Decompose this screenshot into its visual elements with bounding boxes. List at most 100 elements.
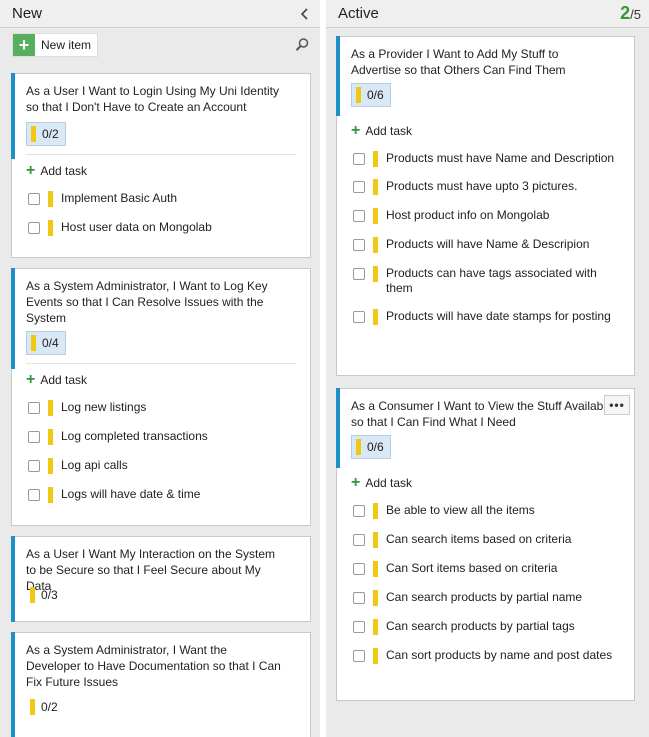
task-checkbox[interactable]: [353, 268, 365, 280]
task-label[interactable]: Products will have Name & Descripion: [386, 237, 589, 252]
column-title-active: Active: [338, 5, 379, 22]
column-toolbar-new: + New item: [0, 28, 320, 62]
new-item-label: New item: [41, 38, 92, 52]
task-checkbox[interactable]: [353, 621, 365, 633]
task-checkbox[interactable]: [353, 311, 365, 323]
new-item-button[interactable]: + New item: [12, 33, 99, 57]
wip-counter: 2/5: [620, 3, 641, 24]
task-label[interactable]: Can search products by partial name: [386, 590, 582, 605]
card-title[interactable]: As a User I Want to Login Using My Uni I…: [12, 74, 310, 122]
task-checkbox[interactable]: [353, 239, 365, 251]
add-task-button[interactable]: + Add task: [12, 161, 310, 181]
task-checkbox[interactable]: [353, 181, 365, 193]
task-checkbox[interactable]: [353, 153, 365, 165]
task-checkbox[interactable]: [28, 489, 40, 501]
task-tally: 0/2: [26, 695, 64, 719]
task-item: Log api calls: [12, 458, 310, 474]
task-label[interactable]: Products will have date stamps for posti…: [386, 309, 611, 324]
task-label[interactable]: Host product info on Mongolab: [386, 208, 549, 223]
task-checkbox[interactable]: [353, 650, 365, 662]
task-tally-value: 0/6: [367, 88, 384, 102]
task-label[interactable]: Log api calls: [61, 458, 128, 473]
collapse-left-icon[interactable]: [298, 7, 312, 21]
card-title[interactable]: As a System Administrator, I Want the De…: [12, 633, 310, 695]
add-task-label: Add task: [365, 476, 413, 490]
task-checkbox[interactable]: [28, 431, 40, 443]
add-task-button[interactable]: + Add task: [337, 121, 634, 141]
card-title[interactable]: As a System Administrator, I Want to Log…: [12, 269, 310, 331]
task-label[interactable]: Implement Basic Auth: [61, 191, 177, 206]
work-item-card[interactable]: As a User I Want My Interaction on the S…: [11, 536, 311, 622]
wip-count: 2: [620, 3, 631, 23]
plus-icon: +: [13, 34, 35, 56]
work-item-card[interactable]: As a System Administrator, I Want the De…: [11, 632, 311, 737]
task-item: Host user data on Mongolab: [12, 220, 310, 236]
task-item: Be able to view all the items: [337, 503, 634, 519]
work-item-card[interactable]: As a User I Want to Login Using My Uni I…: [11, 73, 311, 258]
task-label[interactable]: Can Sort items based on criteria: [386, 561, 557, 576]
column-new: New + New item As a User I Want to Login…: [0, 0, 320, 737]
task-tally-value: 0/2: [41, 700, 58, 714]
add-icon: +: [351, 122, 361, 139]
work-item-card[interactable]: As a System Administrator, I Want to Log…: [11, 268, 311, 526]
task-label[interactable]: Be able to view all the items: [386, 503, 535, 518]
task-checkbox[interactable]: [28, 460, 40, 472]
add-task-button[interactable]: + Add task: [337, 473, 634, 493]
task-label[interactable]: Host user data on Mongolab: [61, 220, 212, 235]
card-title[interactable]: As a Provider I Want to Add My Stuff to …: [337, 37, 634, 83]
add-icon: +: [351, 474, 361, 491]
task-checkbox[interactable]: [353, 534, 365, 546]
column-title-new: New: [12, 5, 43, 22]
task-checkbox[interactable]: [28, 402, 40, 414]
task-item: Can Sort items based on criteria: [337, 561, 634, 577]
task-item: Log completed transactions: [12, 429, 310, 445]
search-icon[interactable]: [294, 37, 310, 53]
work-item-card[interactable]: As a Provider I Want to Add My Stuff to …: [336, 36, 635, 376]
task-tally-value: 0/3: [41, 588, 58, 602]
work-item-card[interactable]: ••• As a Consumer I Want to View the Stu…: [336, 388, 635, 701]
add-icon: +: [26, 371, 36, 388]
task-label[interactable]: Can search items based on criteria: [386, 532, 571, 547]
task-checkbox[interactable]: [353, 563, 365, 575]
task-item: Products will have date stamps for posti…: [337, 309, 634, 325]
task-checkbox[interactable]: [353, 505, 365, 517]
task-label[interactable]: Can search products by partial tags: [386, 619, 575, 634]
task-item: Host product info on Mongolab: [337, 208, 634, 224]
add-task-label: Add task: [40, 164, 88, 178]
task-label[interactable]: Can sort products by name and post dates: [386, 648, 612, 663]
task-item: Products can have tags associated with t…: [337, 266, 634, 296]
card-title[interactable]: As a User I Want My Interaction on the S…: [12, 537, 310, 593]
task-checkbox[interactable]: [353, 210, 365, 222]
task-label[interactable]: Log completed transactions: [61, 429, 208, 444]
more-options-button[interactable]: •••: [604, 395, 630, 415]
task-item: Can search products by partial name: [337, 590, 634, 606]
task-label[interactable]: Products must have upto 3 pictures.: [386, 179, 577, 194]
task-checkbox[interactable]: [28, 193, 40, 205]
task-checkbox[interactable]: [28, 222, 40, 234]
column-header-active: Active 2/5: [326, 0, 649, 28]
add-task-button[interactable]: + Add task: [12, 370, 310, 390]
add-task-label: Add task: [40, 373, 88, 387]
task-tally: 0/3: [26, 583, 64, 607]
task-checkbox[interactable]: [353, 592, 365, 604]
column-active: Active 2/5 As a Provider I Want to Add M…: [326, 0, 649, 737]
task-label[interactable]: Logs will have date & time: [61, 487, 200, 502]
task-label[interactable]: Products can have tags associated with t…: [386, 266, 624, 296]
task-tally-value: 0/2: [42, 127, 59, 141]
task-item: Log new listings: [12, 400, 310, 416]
task-item: Implement Basic Auth: [12, 191, 310, 207]
task-item: Logs will have date & time: [12, 487, 310, 503]
task-label[interactable]: Products must have Name and Description: [386, 151, 614, 166]
card-title[interactable]: As a Consumer I Want to View the Stuff A…: [337, 389, 634, 435]
task-item: Products must have upto 3 pictures.: [337, 179, 634, 195]
task-item: Products will have Name & Descripion: [337, 237, 634, 253]
task-item: Can search items based on criteria: [337, 532, 634, 548]
task-tally: 0/6: [351, 435, 391, 459]
more-icon: •••: [609, 398, 625, 412]
add-task-label: Add task: [365, 124, 413, 138]
wip-limit: /5: [630, 7, 641, 22]
add-icon: +: [26, 162, 36, 179]
task-label[interactable]: Log new listings: [61, 400, 146, 415]
task-tally-value: 0/4: [42, 336, 59, 350]
task-tally: 0/6: [351, 83, 391, 107]
